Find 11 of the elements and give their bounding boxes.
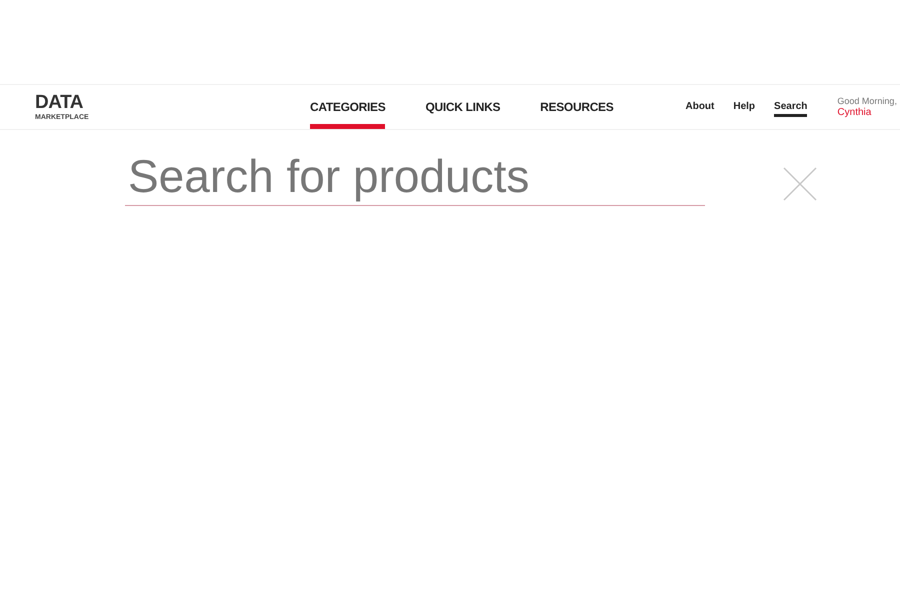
- nav-tab[interactable]: RESOURCES: [540, 85, 614, 129]
- logo-title: DATA: [35, 92, 84, 112]
- nav-tab[interactable]: QUICK LINKS: [425, 85, 500, 129]
- nav-tab[interactable]: CATEGORIES: [310, 85, 386, 129]
- search-field[interactable]: Search for products: [125, 146, 705, 206]
- nav-link[interactable]: About: [685, 97, 714, 117]
- nav-link[interactable]: Search: [774, 97, 808, 117]
- close-icon[interactable]: [783, 167, 817, 201]
- user-name: Cynthia: [837, 106, 872, 118]
- nav-link[interactable]: Help: [733, 97, 756, 117]
- greeting-text: Good Morning,: [837, 96, 897, 106]
